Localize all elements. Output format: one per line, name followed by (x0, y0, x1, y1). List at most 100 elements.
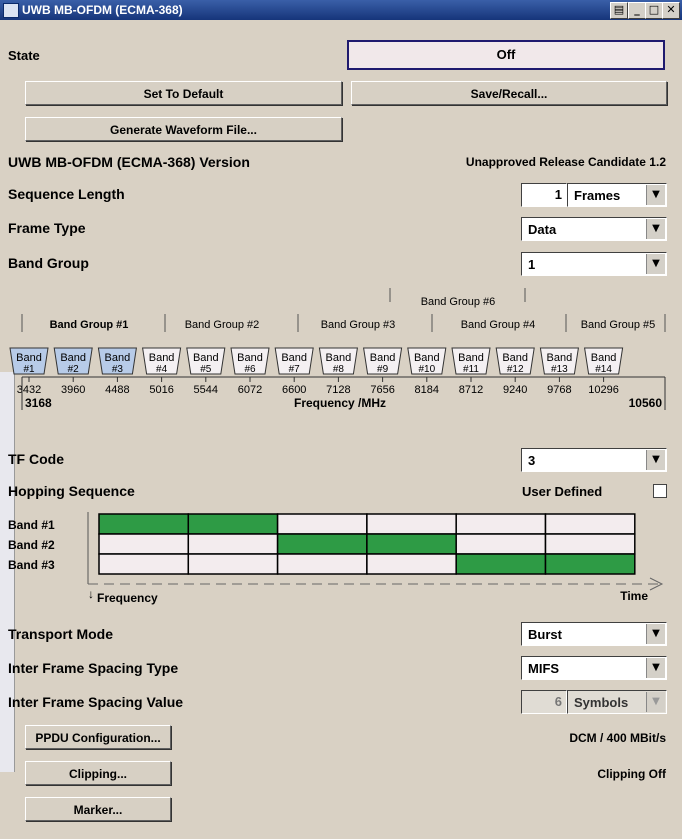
tick-label: 8184 (415, 384, 439, 396)
hop-cell (455, 553, 547, 575)
band-box: Band#7 (274, 347, 314, 375)
tick-label: 4488 (105, 384, 129, 396)
hop-cell (98, 553, 190, 575)
hop-cell (544, 553, 636, 575)
set-to-default-button[interactable]: Set To Default (25, 81, 342, 105)
frequency-arrow-icon: ↓ (88, 587, 94, 601)
band-box: Band#6 (230, 347, 270, 375)
ifs-value-input: 6 (521, 690, 567, 714)
tick-label: 9240 (503, 384, 527, 396)
transport-mode-label: Transport Mode (8, 626, 114, 642)
band-box: Band#1 (9, 347, 49, 375)
hop-cell (455, 513, 547, 535)
hop-row-label: Band #2 (8, 538, 55, 552)
generate-waveform-button[interactable]: Generate Waveform File... (25, 117, 342, 141)
transport-mode-value: Burst (528, 627, 562, 642)
band-number: #9 (377, 364, 389, 375)
hop-cell (366, 513, 457, 535)
title-bar: UWB MB-OFDM (ECMA-368) ▤ _ □ ✕ (0, 0, 682, 20)
ifs-type-select[interactable]: MIFS ▼ (521, 656, 667, 680)
tf-code-label: TF Code (8, 451, 64, 467)
band-number: #8 (333, 364, 345, 375)
band-number: #3 (112, 364, 124, 375)
hop-cell (187, 513, 279, 535)
tf-code-select[interactable]: 3 ▼ (521, 448, 667, 472)
band-box: Band#4 (142, 347, 182, 375)
chevron-down-icon: ▼ (646, 254, 665, 274)
hop-cell (544, 533, 636, 555)
chevron-down-icon: ▼ (646, 692, 665, 712)
sequence-length-unit-select[interactable]: Frames ▼ (567, 183, 667, 207)
band-plan-diagram: Band Group #6 Band Group #1 Band Group #2 B… (9, 288, 666, 410)
band-group-select[interactable]: 1 ▼ (521, 252, 667, 276)
band-box: Band#10 (407, 347, 447, 375)
maximize-button[interactable]: □ (645, 2, 663, 19)
print-icon[interactable]: ▤ (610, 2, 628, 19)
tick-label: 9768 (547, 384, 571, 396)
close-button[interactable]: ✕ (662, 2, 680, 19)
hopping-sequence-label: Hopping Sequence (8, 483, 135, 499)
state-toggle-button[interactable]: Off (347, 40, 665, 70)
transport-mode-select[interactable]: Burst ▼ (521, 622, 667, 646)
tick-label: 3432 (17, 384, 41, 396)
band-group-label: Band Group (8, 255, 89, 271)
chevron-down-icon: ▼ (646, 658, 665, 678)
band-word: Band (502, 352, 528, 364)
tick-label: 6600 (282, 384, 306, 396)
band-word: Band (105, 352, 131, 364)
user-defined-checkbox[interactable] (653, 484, 667, 498)
band-box: Band#3 (97, 347, 137, 375)
band-number: #4 (156, 364, 168, 375)
band-number: #6 (244, 364, 256, 375)
tick-label: 5016 (149, 384, 173, 396)
band-group-label: Band Group #1 (50, 319, 129, 331)
band-word: Band (370, 352, 396, 364)
hop-cell (366, 553, 457, 575)
hopping-diagram: ↓ Frequency Band #1 Band #2 Band #3 Time (8, 512, 664, 605)
marker-button[interactable]: Marker... (25, 797, 171, 821)
group6-label: Band Group #6 (421, 296, 496, 308)
tick-label: 7128 (326, 384, 350, 396)
chevron-down-icon: ▼ (646, 185, 665, 205)
band-word: Band (149, 352, 175, 364)
tick-label: 10296 (588, 384, 619, 396)
band-number: #11 (463, 364, 479, 375)
window-icon (3, 3, 19, 18)
hop-row-label: Band #1 (8, 518, 55, 532)
hop-cell (98, 533, 190, 555)
band-word: Band (60, 352, 86, 364)
tick-label: 5544 (194, 384, 218, 396)
minimize-button[interactable]: _ (628, 2, 646, 19)
band-word: Band (193, 352, 219, 364)
hop-cell (276, 553, 368, 575)
tick-label: 3960 (61, 384, 85, 396)
tick-label: 6072 (238, 384, 262, 396)
band-box: Band#13 (539, 347, 579, 375)
ifs-type-label: Inter Frame Spacing Type (8, 660, 179, 676)
chevron-down-icon: ▼ (646, 624, 665, 644)
frame-type-label: Frame Type (8, 220, 86, 236)
sequence-length-input[interactable]: 1 (521, 183, 567, 207)
band-number: #10 (418, 364, 435, 375)
hop-cell (187, 533, 279, 555)
band-word: Band (281, 352, 307, 364)
user-defined-label: User Defined (522, 484, 603, 499)
state-label: State (8, 48, 40, 63)
version-value: Unapproved Release Candidate 1.2 (465, 155, 666, 169)
band-word: Band (16, 352, 42, 364)
band-number: #14 (595, 364, 612, 375)
freq-end-label: 10560 (629, 396, 663, 410)
band-box: Band#11 (451, 347, 491, 375)
ppdu-status: DCM / 400 MBit/s (569, 731, 666, 745)
band-group-label: Band Group #2 (185, 319, 260, 331)
ppdu-configuration-button[interactable]: PPDU Configuration... (25, 725, 171, 749)
frame-type-select[interactable]: Data ▼ (521, 217, 667, 241)
clipping-button[interactable]: Clipping... (25, 761, 171, 785)
hop-cell (276, 533, 368, 555)
save-recall-button[interactable]: Save/Recall... (351, 81, 667, 105)
band-box: Band#14 (584, 347, 624, 375)
chevron-down-icon: ▼ (646, 219, 665, 239)
band-group-value: 1 (528, 257, 536, 272)
window-title: UWB MB-OFDM (ECMA-368) (22, 3, 183, 17)
tick-label: 8712 (459, 384, 483, 396)
